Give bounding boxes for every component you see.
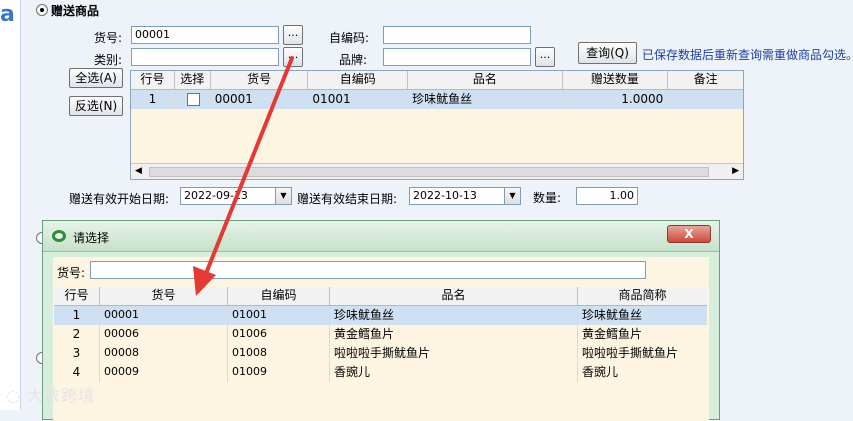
watermark-logo-icon: ◌ [6, 386, 28, 405]
watermark: ◌ 大数跨境 [6, 382, 95, 406]
watermark-text: 大数跨境 [27, 386, 96, 405]
annotation-arrow [193, 56, 294, 296]
